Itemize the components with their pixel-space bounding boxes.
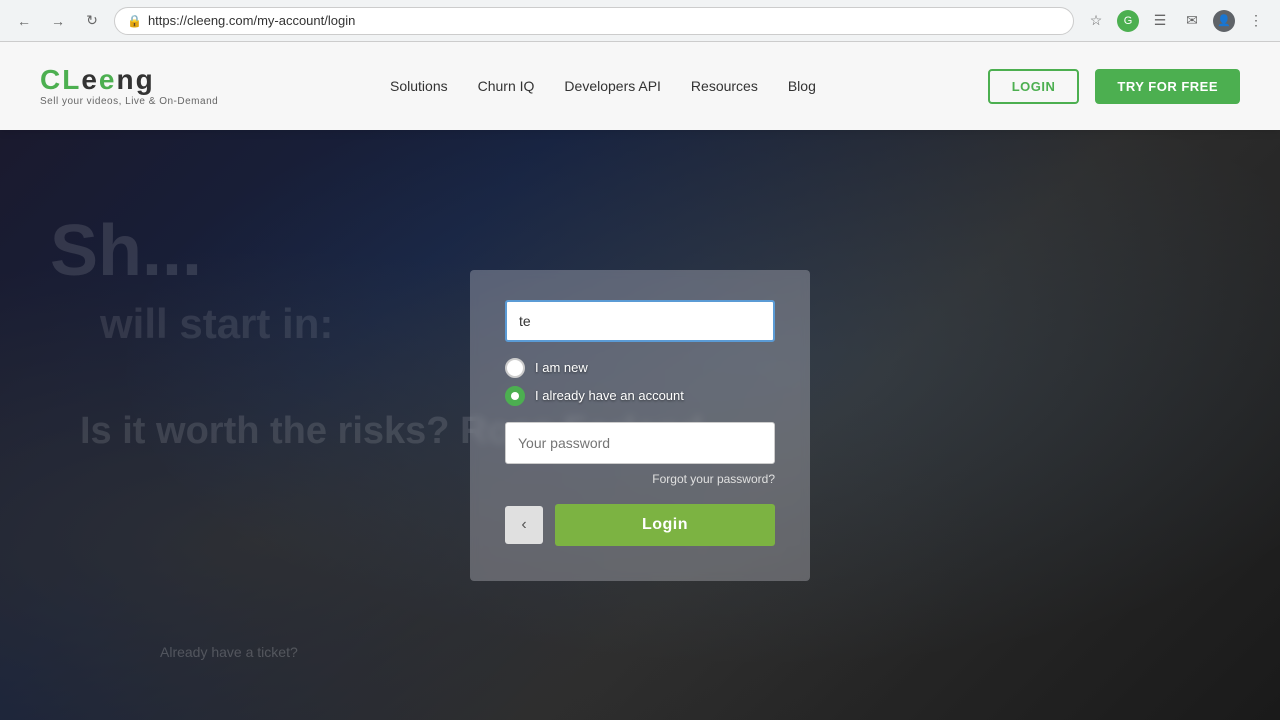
nav-solutions[interactable]: Solutions: [390, 78, 448, 94]
main-content: Sh... will start in: Is it worth the ris…: [0, 130, 1280, 720]
password-input[interactable]: [505, 422, 775, 464]
page: CLeeng Sell your videos, Live & On-Deman…: [0, 42, 1280, 720]
back-arrow-icon: ‹: [521, 516, 526, 534]
back-button[interactable]: ←: [10, 7, 38, 35]
logo-area: CLeeng Sell your videos, Live & On-Deman…: [40, 66, 218, 107]
address-bar[interactable]: 🔒 https://cleeng.com/my-account/login: [114, 7, 1074, 35]
try-free-button[interactable]: TRY FOR FREE: [1095, 69, 1240, 104]
radio-new-circle: [505, 358, 525, 378]
modal-overlay: I am new I already have an account Forgo…: [0, 130, 1280, 720]
nav-links: Solutions Churn IQ Developers API Resour…: [390, 78, 816, 94]
forgot-password-link[interactable]: Forgot your password?: [652, 472, 775, 486]
radio-new-label: I am new: [535, 360, 588, 375]
bookmark-icon[interactable]: ☆: [1082, 7, 1110, 35]
user-avatar[interactable]: 👤: [1210, 7, 1238, 35]
nav-devapi[interactable]: Developers API: [564, 78, 661, 94]
email-input[interactable]: [505, 300, 775, 342]
radio-existing-label: I already have an account: [535, 388, 684, 403]
login-submit-button[interactable]: Login: [555, 504, 775, 546]
refresh-button[interactable]: ↻: [78, 7, 106, 35]
nav-resources[interactable]: Resources: [691, 78, 758, 94]
logo-tagline: Sell your videos, Live & On-Demand: [40, 96, 218, 107]
profile-icon[interactable]: G: [1114, 7, 1142, 35]
forgot-password-area: Forgot your password?: [505, 470, 775, 488]
lock-icon: 🔒: [127, 14, 142, 28]
navbar: CLeeng Sell your videos, Live & On-Deman…: [0, 42, 1280, 130]
nav-blog[interactable]: Blog: [788, 78, 816, 94]
extensions-icon[interactable]: ☰: [1146, 7, 1174, 35]
mail-icon[interactable]: ✉: [1178, 7, 1206, 35]
form-actions: ‹ Login: [505, 504, 775, 546]
nav-churniq[interactable]: Churn IQ: [478, 78, 535, 94]
browser-chrome: ← → ↻ 🔒 https://cleeng.com/my-account/lo…: [0, 0, 1280, 42]
url-text: https://cleeng.com/my-account/login: [148, 13, 1061, 28]
radio-new[interactable]: I am new: [505, 358, 775, 378]
menu-icon[interactable]: ⋮: [1242, 7, 1270, 35]
radio-existing-circle: [505, 386, 525, 406]
back-button[interactable]: ‹: [505, 506, 543, 544]
radio-existing[interactable]: I already have an account: [505, 386, 775, 406]
nav-actions: LOGIN TRY FOR FREE: [988, 69, 1240, 104]
logo: CLeeng: [40, 66, 218, 94]
login-button[interactable]: LOGIN: [988, 69, 1080, 104]
browser-actions: ☆ G ☰ ✉ 👤 ⋮: [1082, 7, 1270, 35]
forward-button[interactable]: →: [44, 7, 72, 35]
browser-controls: ← → ↻: [10, 7, 106, 35]
radio-group: I am new I already have an account: [505, 358, 775, 406]
login-modal: I am new I already have an account Forgo…: [470, 270, 810, 581]
